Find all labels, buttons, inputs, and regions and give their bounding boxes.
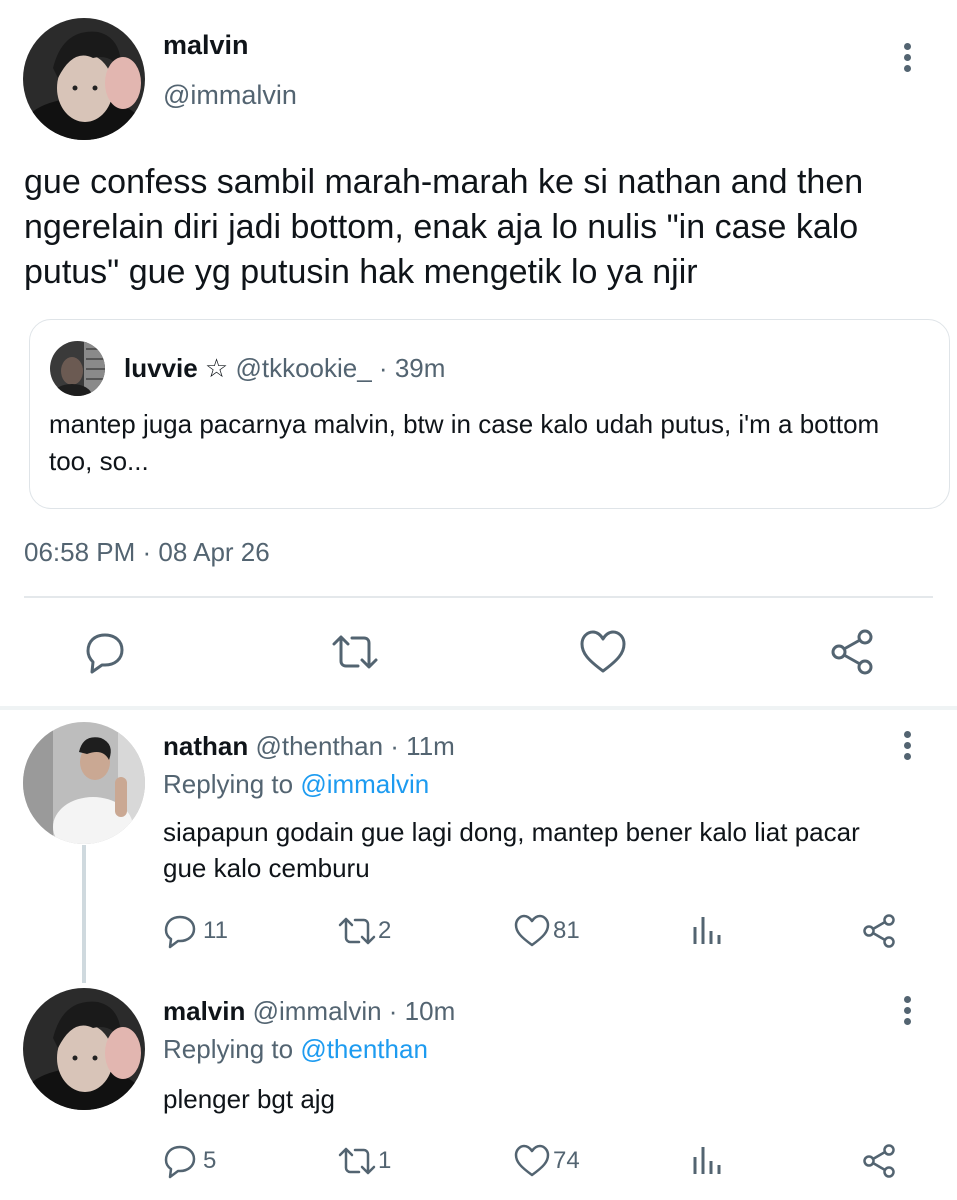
reply-header: malvin @immalvin · 10m [163,996,455,1027]
reply-author-meta: @thenthan · 11m [248,731,455,761]
reply-header: nathan @thenthan · 11m [163,731,455,762]
like-icon [580,630,626,673]
reply-author-avatar[interactable] [23,722,145,844]
more-options-icon[interactable] [900,728,916,764]
replying-to-mention[interactable]: @thenthan [300,1034,428,1064]
retweet-button[interactable]: 2 [338,913,391,949]
reply-author-name[interactable]: nathan [163,731,248,761]
quoted-tweet[interactable]: luvvie ☆ @tkkookie_ · 39m mantep juga pa… [29,319,950,509]
retweet-button[interactable]: 1 [338,1143,391,1179]
quoted-tweet-header: luvvie ☆ @tkkookie_ · 39m [124,353,445,384]
share-button[interactable] [860,1143,898,1179]
share-button[interactable] [827,627,877,677]
quoted-author-avatar[interactable] [50,341,105,396]
reply-text: plenger bgt ajg [163,1084,336,1114]
reply-button[interactable] [80,627,130,677]
retweet-icon [338,917,376,945]
quoted-tweet-text: mantep juga pacarnya malvin, btw in case… [49,409,880,476]
retweet-icon [338,1147,376,1175]
reply-author-avatar[interactable] [23,988,145,1110]
like-button[interactable] [578,627,628,677]
analytics-button[interactable] [688,913,726,949]
replying-to-label: Replying to [163,769,301,799]
retweet-icon [332,635,378,669]
share-icon [863,1144,895,1178]
author-avatar[interactable] [23,18,145,140]
section-divider [0,706,957,710]
tweet-timestamp[interactable]: 06:58 PM · 08 Apr 26 [24,537,270,568]
like-count: 74 [553,1147,580,1174]
analytics-icon [693,1147,721,1174]
like-icon [514,914,550,947]
quoted-author-name[interactable]: luvvie ☆ [124,353,228,383]
analytics-button[interactable] [688,1143,726,1179]
more-options-icon[interactable] [900,993,916,1029]
like-icon [514,1144,550,1177]
author-handle[interactable]: @immalvin [163,80,297,111]
reply-count: 5 [203,1147,217,1174]
retweet-button[interactable] [330,627,380,677]
reply-button[interactable]: 11 [163,913,228,949]
reply-icon [164,1145,196,1179]
reply-icon [164,915,196,949]
share-button[interactable] [860,913,898,949]
reply-count: 11 [203,917,228,944]
reply-text: siapapun godain gue lagi dong, mantep be… [163,817,860,883]
more-options-icon[interactable] [900,40,916,76]
quoted-author-meta: @tkkookie_ · 39m [228,353,446,383]
like-button[interactable]: 81 [513,913,580,949]
retweet-count: 1 [378,1147,392,1174]
replying-to: Replying to @thenthan [163,1034,428,1065]
thread-line [82,845,86,983]
analytics-icon [693,917,721,944]
like-button[interactable]: 74 [513,1143,580,1179]
retweet-count: 2 [378,917,392,944]
author-name[interactable]: malvin [163,30,249,61]
replying-to: Replying to @immalvin [163,769,429,800]
like-count: 81 [553,917,580,944]
divider [24,596,933,598]
reply-author-meta: @immalvin · 10m [245,996,456,1026]
tweet-thread-view: malvin @immalvin gue confess sambil mara… [0,0,957,1200]
replying-to-mention[interactable]: @immalvin [300,769,429,799]
share-icon [863,914,895,948]
reply-button[interactable]: 5 [163,1143,216,1179]
tweet-text: gue confess sambil marah-marah ke si nat… [24,163,864,291]
reply-icon [86,633,124,674]
replying-to-label: Replying to [163,1034,301,1064]
share-icon [831,629,873,675]
reply-author-name[interactable]: malvin [163,996,245,1026]
